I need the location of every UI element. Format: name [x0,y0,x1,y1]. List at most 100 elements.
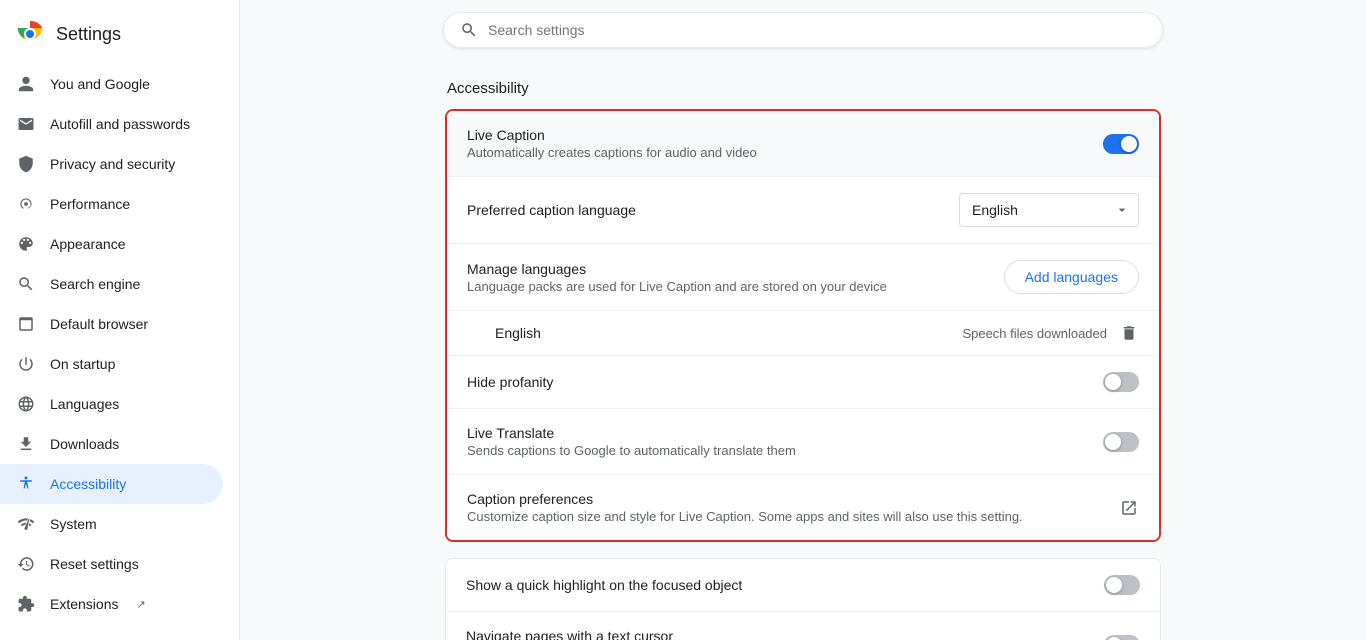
live-translate-title: Live Translate [467,425,1079,441]
manage-languages-text: Manage languages Language packs are used… [467,261,980,294]
caption-language-control: English Spanish French German [959,193,1139,227]
sidebar-item-privacy[interactable]: Privacy and security [0,144,223,184]
manage-languages-title: Manage languages [467,261,980,277]
caption-language-text: Preferred caption language [467,202,935,218]
sidebar-item-performance[interactable]: Performance [0,184,223,224]
sidebar-item-reset[interactable]: Reset settings [0,544,223,584]
sidebar-item-search-engine[interactable]: Search engine [0,264,223,304]
caption-prefs-title: Caption preferences [467,491,1095,507]
live-caption-desc: Automatically creates captions for audio… [467,145,1079,160]
live-caption-text: Live Caption Automatically creates capti… [467,127,1079,160]
hide-profanity-control [1103,372,1139,392]
live-translate-text: Live Translate Sends captions to Google … [467,425,1079,458]
quick-highlight-toggle[interactable] [1104,575,1140,595]
browser-icon [16,314,36,334]
live-caption-toggle[interactable] [1103,134,1139,154]
sidebar-item-autofill[interactable]: Autofill and passwords [0,104,223,144]
text-cursor-control [1104,635,1140,640]
hide-profanity-text: Hide profanity [467,374,1079,390]
accessibility-icon [16,474,36,494]
reset-icon [16,554,36,574]
quick-highlight-card: Show a quick highlight on the focused ob… [445,558,1161,640]
system-icon [16,514,36,534]
extensions-icon [16,594,36,614]
hide-profanity-label: Hide profanity [467,374,1079,390]
caption-prefs-desc: Customize caption size and style for Liv… [467,509,1095,524]
sidebar-label-accessibility: Accessibility [50,476,126,492]
sidebar-item-you-and-google[interactable]: You and Google [0,64,223,104]
add-languages-button[interactable]: Add languages [1004,260,1139,294]
sidebar-label-extensions: Extensions [50,596,118,612]
add-languages-control: Add languages [1004,260,1139,294]
sidebar-item-system[interactable]: System [0,504,223,544]
language-item-status: Speech files downloaded [962,326,1107,341]
performance-icon [16,194,36,214]
sidebar-label-performance: Performance [50,196,130,212]
sidebar-label-autofill: Autofill and passwords [50,116,190,132]
sidebar-item-appearance[interactable]: Appearance [0,224,223,264]
text-cursor-text: Navigate pages with a text cursor To tur… [466,628,1080,640]
sidebar-label-system: System [50,516,97,532]
autofill-icon [16,114,36,134]
sidebar-item-downloads[interactable]: Downloads [0,424,223,464]
quick-highlight-text: Show a quick highlight on the focused ob… [466,577,1080,593]
quick-highlight-control [1104,575,1140,595]
sidebar-item-on-startup[interactable]: On startup [0,344,223,384]
sidebar-item-languages[interactable]: Languages [0,384,223,424]
search-icon [460,21,478,39]
sidebar-label-downloads: Downloads [50,436,119,452]
chrome-logo-icon [16,20,44,48]
language-item-row: English Speech files downloaded [447,311,1159,356]
sidebar-header: Settings [0,8,239,64]
languages-icon [16,394,36,414]
search-engine-icon [16,274,36,294]
sidebar-label-reset: Reset settings [50,556,139,572]
page-title: Accessibility [445,80,1161,97]
live-caption-title: Live Caption [467,127,1079,143]
caption-prefs-row: Caption preferences Customize caption si… [447,475,1159,540]
live-translate-desc: Sends captions to Google to automaticall… [467,443,1079,458]
sidebar-label-search-engine: Search engine [50,276,140,292]
shield-icon [16,154,36,174]
app-title: Settings [56,24,121,45]
external-link-small-icon: ↗ [136,598,145,611]
delete-language-icon[interactable] [1119,323,1139,343]
search-input[interactable] [488,22,1146,38]
sidebar-item-default-browser[interactable]: Default browser [0,304,223,344]
caption-language-label: Preferred caption language [467,202,935,218]
sidebar-label-privacy: Privacy and security [50,156,175,172]
appearance-icon [16,234,36,254]
sidebar-label-default-browser: Default browser [50,316,148,332]
live-caption-toggle-control [1103,134,1139,154]
sidebar-label-languages: Languages [50,396,119,412]
sidebar-item-accessibility[interactable]: Accessibility [0,464,223,504]
search-bar [443,12,1163,48]
person-icon [16,74,36,94]
caption-language-select[interactable]: English Spanish French German [959,193,1139,227]
caption-language-row: Preferred caption language English Spani… [447,177,1159,244]
live-caption-card: Live Caption Automatically creates capti… [445,109,1161,542]
main-content: Accessibility Live Caption Automatically… [240,0,1366,640]
quick-highlight-row: Show a quick highlight on the focused ob… [446,559,1160,612]
quick-highlight-label: Show a quick highlight on the focused ob… [466,577,1080,593]
caption-prefs-text: Caption preferences Customize caption si… [467,491,1095,524]
settings-main: Accessibility Live Caption Automatically… [413,64,1193,640]
language-item-name: English [495,325,541,341]
sidebar-label-appearance: Appearance [50,236,126,252]
sidebar-label-you-and-google: You and Google [50,76,150,92]
caption-prefs-control [1119,498,1139,518]
manage-languages-desc: Language packs are used for Live Caption… [467,279,980,294]
live-translate-toggle[interactable] [1103,432,1139,452]
text-cursor-toggle[interactable] [1104,635,1140,640]
sidebar-item-extensions[interactable]: Extensions ↗ [0,584,223,624]
text-cursor-row: Navigate pages with a text cursor To tur… [446,612,1160,640]
live-translate-control [1103,432,1139,452]
text-cursor-title: Navigate pages with a text cursor [466,628,1080,640]
external-link-icon[interactable] [1119,498,1139,518]
language-item-status-area: Speech files downloaded [962,323,1139,343]
hide-profanity-row: Hide profanity [447,356,1159,409]
hide-profanity-toggle[interactable] [1103,372,1139,392]
live-translate-row: Live Translate Sends captions to Google … [447,409,1159,475]
search-bar-container [240,0,1366,64]
sidebar: Settings You and Google Autofill and pas… [0,0,240,640]
